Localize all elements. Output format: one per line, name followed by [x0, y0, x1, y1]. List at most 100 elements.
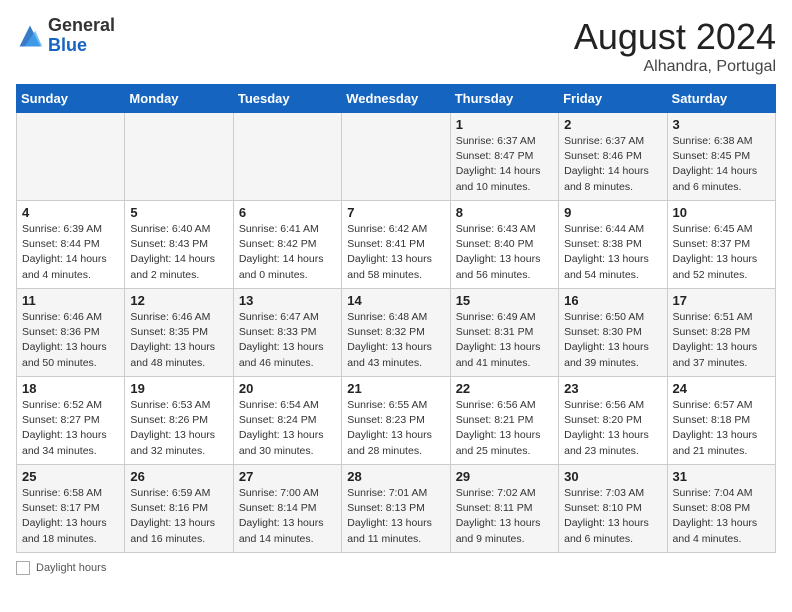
- day-info: Sunrise: 7:00 AM Sunset: 8:14 PM Dayligh…: [239, 486, 336, 547]
- calendar-week-row: 25 Sunrise: 6:58 AM Sunset: 8:17 PM Dayli…: [17, 465, 776, 553]
- day-number: 10: [673, 205, 770, 220]
- day-number: 20: [239, 381, 336, 396]
- calendar-day-cell: 18 Sunrise: 6:52 AM Sunset: 8:27 PM Dayli…: [17, 377, 125, 465]
- day-info: Sunrise: 6:45 AM Sunset: 8:37 PM Dayligh…: [673, 222, 770, 283]
- day-info: Sunrise: 6:55 AM Sunset: 8:23 PM Dayligh…: [347, 398, 444, 459]
- page-header: General Blue August 2024 Alhandra, Portu…: [16, 16, 776, 76]
- calendar-day-cell: 19Sunrise: 6:53 AM Sunset: 8:26 PM Dayli…: [125, 377, 233, 465]
- day-number: 19: [130, 381, 227, 396]
- calendar-day-cell: 22Sunrise: 6:56 AM Sunset: 8:21 PM Dayli…: [450, 377, 558, 465]
- calendar-day-cell: 29 Sunrise: 7:02 AM Sunset: 8:11 PM Dayli…: [450, 465, 558, 553]
- day-number: 15: [456, 293, 553, 308]
- day-number: 31: [673, 469, 770, 484]
- calendar-day-cell: 26 Sunrise: 6:59 AM Sunset: 8:16 PM Dayli…: [125, 465, 233, 553]
- day-info: Sunrise: 6:58 AM Sunset: 8:17 PM Dayligh…: [22, 486, 119, 547]
- day-info: Sunrise: 6:39 AM Sunset: 8:44 PM Dayligh…: [22, 222, 119, 283]
- logo-icon: [16, 22, 44, 50]
- calendar-day-cell: 9Sunrise: 6:44 AM Sunset: 8:38 PM Daylig…: [559, 201, 667, 289]
- day-info: Sunrise: 6:57 AM Sunset: 8:18 PM Dayligh…: [673, 398, 770, 459]
- day-number: 4: [22, 205, 119, 220]
- calendar-day-cell: 17 Sunrise: 6:51 AM Sunset: 8:28 PM Dayli…: [667, 289, 775, 377]
- day-number: 29: [456, 469, 553, 484]
- day-info: Sunrise: 7:02 AM Sunset: 8:11 PM Dayligh…: [456, 486, 553, 547]
- day-number: 1: [456, 117, 553, 132]
- day-number: 9: [564, 205, 661, 220]
- day-number: 24: [673, 381, 770, 396]
- calendar-day-cell: 28 Sunrise: 7:01 AM Sunset: 8:13 PM Dayli…: [342, 465, 450, 553]
- day-number: 8: [456, 205, 553, 220]
- day-number: 26: [130, 469, 227, 484]
- calendar-week-row: 11Sunrise: 6:46 AM Sunset: 8:36 PM Dayli…: [17, 289, 776, 377]
- day-number: 13: [239, 293, 336, 308]
- location-subtitle: Alhandra, Portugal: [574, 58, 776, 76]
- calendar-day-cell: 1Sunrise: 6:37 AM Sunset: 8:47 PM Daylig…: [450, 113, 558, 201]
- day-number: 27: [239, 469, 336, 484]
- title-block: August 2024 Alhandra, Portugal: [574, 16, 776, 76]
- day-number: 2: [564, 117, 661, 132]
- calendar-day-cell: [342, 113, 450, 201]
- calendar-week-row: 1Sunrise: 6:37 AM Sunset: 8:47 PM Daylig…: [17, 113, 776, 201]
- calendar-day-header: Saturday: [667, 85, 775, 113]
- calendar-day-cell: [17, 113, 125, 201]
- day-info: Sunrise: 6:37 AM Sunset: 8:46 PM Dayligh…: [564, 134, 661, 195]
- day-info: Sunrise: 6:46 AM Sunset: 8:35 PM Dayligh…: [130, 310, 227, 371]
- calendar-day-header: Thursday: [450, 85, 558, 113]
- day-info: Sunrise: 6:51 AM Sunset: 8:28 PM Dayligh…: [673, 310, 770, 371]
- calendar-day-cell: 8Sunrise: 6:43 AM Sunset: 8:40 PM Daylig…: [450, 201, 558, 289]
- day-info: Sunrise: 6:40 AM Sunset: 8:43 PM Dayligh…: [130, 222, 227, 283]
- day-number: 22: [456, 381, 553, 396]
- day-info: Sunrise: 6:52 AM Sunset: 8:27 PM Dayligh…: [22, 398, 119, 459]
- calendar-day-cell: 31 Sunrise: 7:04 AM Sunset: 8:08 PM Dayli…: [667, 465, 775, 553]
- calendar-day-header: Sunday: [17, 85, 125, 113]
- logo: General Blue: [16, 16, 115, 56]
- calendar-day-cell: 3Sunrise: 6:38 AM Sunset: 8:45 PM Daylig…: [667, 113, 775, 201]
- logo-blue-text: Blue: [48, 35, 87, 55]
- day-info: Sunrise: 6:54 AM Sunset: 8:24 PM Dayligh…: [239, 398, 336, 459]
- day-number: 25: [22, 469, 119, 484]
- day-number: 28: [347, 469, 444, 484]
- calendar-day-cell: 4 Sunrise: 6:39 AM Sunset: 8:44 PM Daylig…: [17, 201, 125, 289]
- calendar-day-cell: 5 Sunrise: 6:40 AM Sunset: 8:43 PM Daylig…: [125, 201, 233, 289]
- calendar-day-cell: 2 Sunrise: 6:37 AM Sunset: 8:46 PM Daylig…: [559, 113, 667, 201]
- calendar-week-row: 4 Sunrise: 6:39 AM Sunset: 8:44 PM Daylig…: [17, 201, 776, 289]
- calendar-day-cell: 27 Sunrise: 7:00 AM Sunset: 8:14 PM Dayli…: [233, 465, 341, 553]
- calendar-day-cell: 21Sunrise: 6:55 AM Sunset: 8:23 PM Dayli…: [342, 377, 450, 465]
- day-info: Sunrise: 7:01 AM Sunset: 8:13 PM Dayligh…: [347, 486, 444, 547]
- calendar-day-header: Monday: [125, 85, 233, 113]
- day-number: 14: [347, 293, 444, 308]
- calendar-day-cell: [233, 113, 341, 201]
- calendar-day-header: Friday: [559, 85, 667, 113]
- calendar-table: SundayMondayTuesdayWednesdayThursdayFrid…: [16, 84, 776, 553]
- day-info: Sunrise: 6:49 AM Sunset: 8:31 PM Dayligh…: [456, 310, 553, 371]
- day-number: 5: [130, 205, 227, 220]
- day-info: Sunrise: 6:47 AM Sunset: 8:33 PM Dayligh…: [239, 310, 336, 371]
- day-info: Sunrise: 6:59 AM Sunset: 8:16 PM Dayligh…: [130, 486, 227, 547]
- day-number: 17: [673, 293, 770, 308]
- calendar-day-cell: 24 Sunrise: 6:57 AM Sunset: 8:18 PM Dayli…: [667, 377, 775, 465]
- daylight-box: [16, 561, 30, 575]
- daylight-label: Daylight hours: [36, 562, 106, 574]
- calendar-day-cell: 30Sunrise: 7:03 AM Sunset: 8:10 PM Dayli…: [559, 465, 667, 553]
- calendar-day-cell: 6Sunrise: 6:41 AM Sunset: 8:42 PM Daylig…: [233, 201, 341, 289]
- calendar-day-cell: 10 Sunrise: 6:45 AM Sunset: 8:37 PM Dayli…: [667, 201, 775, 289]
- day-info: Sunrise: 6:48 AM Sunset: 8:32 PM Dayligh…: [347, 310, 444, 371]
- month-year-title: August 2024: [574, 16, 776, 58]
- calendar-day-header: Tuesday: [233, 85, 341, 113]
- day-number: 3: [673, 117, 770, 132]
- calendar-day-cell: 14 Sunrise: 6:48 AM Sunset: 8:32 PM Dayli…: [342, 289, 450, 377]
- day-info: Sunrise: 6:42 AM Sunset: 8:41 PM Dayligh…: [347, 222, 444, 283]
- day-number: 23: [564, 381, 661, 396]
- day-number: 18: [22, 381, 119, 396]
- calendar-footer: Daylight hours: [16, 561, 776, 575]
- day-number: 11: [22, 293, 119, 308]
- day-number: 12: [130, 293, 227, 308]
- calendar-day-cell: 16Sunrise: 6:50 AM Sunset: 8:30 PM Dayli…: [559, 289, 667, 377]
- day-number: 6: [239, 205, 336, 220]
- day-number: 7: [347, 205, 444, 220]
- calendar-day-cell: 25 Sunrise: 6:58 AM Sunset: 8:17 PM Dayli…: [17, 465, 125, 553]
- day-info: Sunrise: 7:04 AM Sunset: 8:08 PM Dayligh…: [673, 486, 770, 547]
- calendar-day-cell: 12 Sunrise: 6:46 AM Sunset: 8:35 PM Dayli…: [125, 289, 233, 377]
- calendar-week-row: 18 Sunrise: 6:52 AM Sunset: 8:27 PM Dayli…: [17, 377, 776, 465]
- calendar-day-cell: 13 Sunrise: 6:47 AM Sunset: 8:33 PM Dayli…: [233, 289, 341, 377]
- logo-general-text: General: [48, 15, 115, 35]
